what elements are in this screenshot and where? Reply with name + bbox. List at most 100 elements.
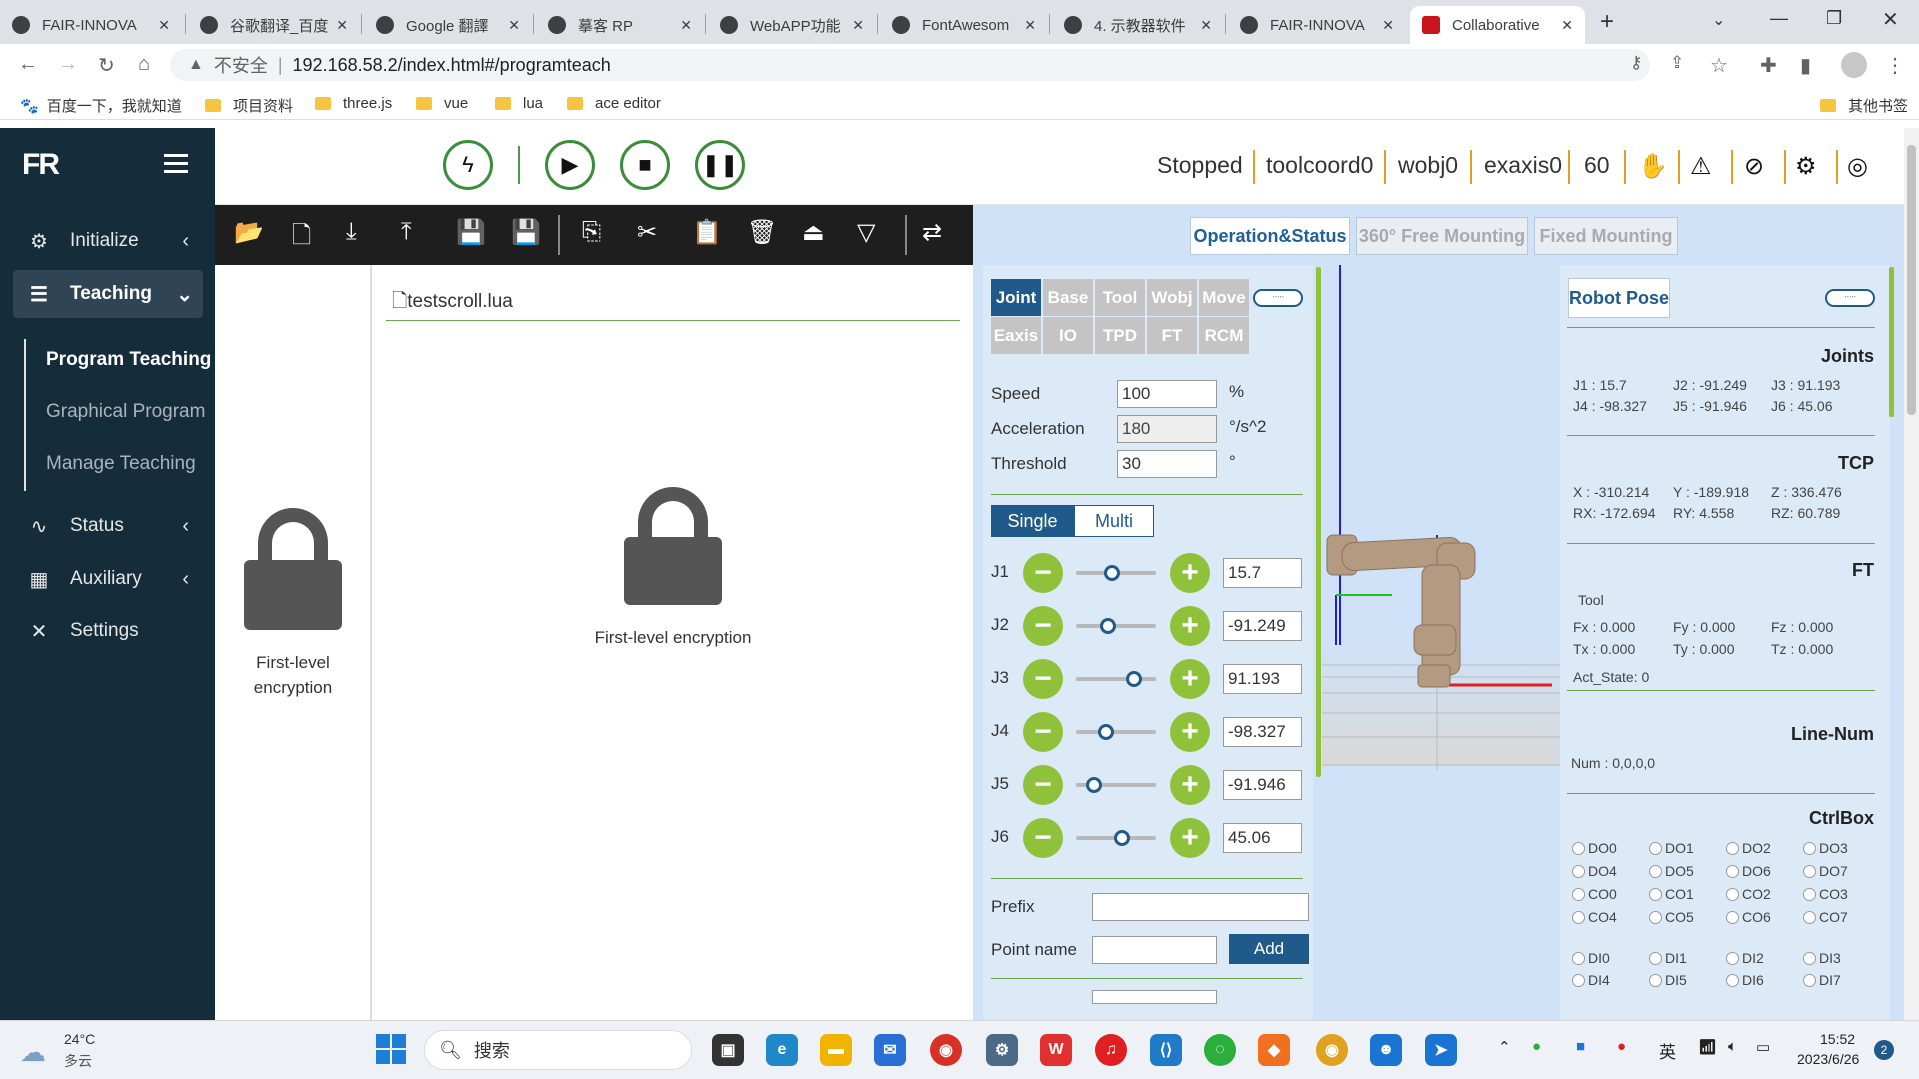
bookmark-item[interactable]: 项目资料 bbox=[205, 95, 293, 116]
delete-icon[interactable]: 🗑 bbox=[747, 218, 777, 247]
joint-value-input[interactable]: 91.193 bbox=[1223, 664, 1302, 694]
joint-minus-button[interactable]: − bbox=[1023, 553, 1063, 593]
maximize-icon[interactable]: ❐ bbox=[1826, 8, 1842, 29]
tray-expand-icon[interactable]: ⌃ bbox=[1498, 1038, 1511, 1056]
url-field[interactable]: ▲ 不安全 | 192.168.58.2/index.html#/program… bbox=[170, 49, 1650, 81]
tab-fixed-mounting[interactable]: Fixed Mounting bbox=[1534, 217, 1678, 255]
browser-tab[interactable]: 摹客 RP ✕ bbox=[536, 6, 704, 44]
point-name-input[interactable] bbox=[1092, 936, 1217, 964]
joint-value-input[interactable]: -91.249 bbox=[1223, 611, 1302, 641]
close-tab-icon[interactable]: ✕ bbox=[852, 17, 864, 34]
bookmark-item[interactable]: vue bbox=[416, 95, 468, 112]
save-icon[interactable]: 💾 bbox=[456, 218, 486, 247]
cut-icon[interactable]: ✂ bbox=[637, 218, 657, 247]
move-up-icon[interactable]: ⏏ bbox=[802, 218, 825, 247]
io-di-radio[interactable]: DI5 bbox=[1649, 972, 1687, 988]
joint-plus-button[interactable]: + bbox=[1170, 712, 1210, 752]
close-tab-icon[interactable]: ✕ bbox=[1200, 17, 1212, 34]
bookmark-item[interactable]: ace editor bbox=[567, 95, 661, 112]
taskview-icon[interactable]: ▣ bbox=[712, 1034, 744, 1066]
mail-icon[interactable]: ✉ bbox=[874, 1034, 906, 1066]
edge-icon[interactable]: e bbox=[766, 1034, 798, 1066]
warning-icon[interactable]: ⚠ bbox=[1690, 152, 1712, 181]
nav-graphical-program[interactable]: Graphical Program bbox=[46, 401, 205, 423]
run-button[interactable]: ▶ bbox=[545, 140, 595, 190]
battery-icon[interactable]: ▭ bbox=[1756, 1038, 1770, 1056]
nav-auxiliary[interactable]: ▦ Auxiliary ‹ bbox=[0, 557, 215, 601]
io-di-radio[interactable]: DI0 bbox=[1572, 950, 1610, 966]
open-folder-icon[interactable]: 📂 bbox=[234, 218, 264, 247]
swap-icon[interactable]: ⇄ bbox=[922, 218, 942, 247]
joint-minus-button[interactable]: − bbox=[1023, 606, 1063, 646]
explorer-icon[interactable]: ▬ bbox=[820, 1034, 852, 1066]
back-icon[interactable]: ← bbox=[18, 53, 38, 76]
tray-music-icon[interactable]: ● bbox=[1617, 1038, 1626, 1055]
close-tab-icon[interactable]: ✕ bbox=[1382, 17, 1394, 34]
io-do-radio[interactable]: DO1 bbox=[1649, 840, 1694, 856]
weather-temp[interactable]: 24°C bbox=[64, 1031, 95, 1047]
io-do-radio[interactable]: DO0 bbox=[1572, 840, 1617, 856]
joint-minus-button[interactable]: − bbox=[1023, 818, 1063, 858]
joint-value-input[interactable]: 15.7 bbox=[1223, 558, 1302, 588]
browser-tab[interactable]: WebAPP功能 ✕ bbox=[708, 6, 876, 44]
nav-teaching[interactable]: ☰ Teaching ⌄ bbox=[0, 272, 215, 316]
jog-tab-io[interactable]: IO bbox=[1043, 317, 1093, 354]
browser-tab[interactable]: FontAwesom ✕ bbox=[880, 6, 1048, 44]
jog-tab-tool[interactable]: Tool bbox=[1095, 279, 1145, 316]
joint-value-input[interactable]: -91.946 bbox=[1223, 770, 1302, 800]
no-touch-icon[interactable]: ⊘ bbox=[1744, 152, 1764, 181]
reload-icon[interactable]: ↻ bbox=[98, 53, 115, 78]
io-do-radio[interactable]: DO4 bbox=[1572, 863, 1617, 879]
tab-operation-status[interactable]: Operation&Status bbox=[1190, 217, 1350, 255]
key-icon[interactable]: ⚷ bbox=[1630, 53, 1642, 73]
save-as-icon[interactable]: 💾 bbox=[511, 218, 541, 247]
io-di-radio[interactable]: DI1 bbox=[1649, 950, 1687, 966]
io-do-radio[interactable]: DO3 bbox=[1803, 840, 1848, 856]
speed-input[interactable]: 100 bbox=[1117, 380, 1217, 408]
browser-tab[interactable]: FAIR-INNOVA ✕ bbox=[0, 6, 182, 44]
minimize-icon[interactable]: — bbox=[1770, 8, 1788, 29]
wifi-icon[interactable]: 📶︎ bbox=[1698, 1038, 1717, 1056]
taskbar-search[interactable]: 🔍︎ 搜索 bbox=[424, 1030, 692, 1070]
settings-app-icon[interactable]: ⚙ bbox=[986, 1034, 1018, 1066]
qq-icon[interactable]: ☻ bbox=[1370, 1034, 1402, 1066]
joint-slider-knob[interactable] bbox=[1125, 671, 1142, 687]
close-tab-icon[interactable]: ✕ bbox=[1024, 17, 1036, 34]
joint-plus-button[interactable]: + bbox=[1170, 765, 1210, 805]
jog-tab-joint[interactable]: Joint bbox=[991, 279, 1041, 316]
close-window-icon[interactable]: ✕ bbox=[1882, 7, 1899, 32]
new-tab-button[interactable]: + bbox=[1600, 8, 1614, 36]
move-down-icon[interactable]: ▽ bbox=[857, 218, 875, 247]
hand-drag-icon[interactable]: ✋ bbox=[1638, 152, 1668, 181]
io-di-radio[interactable]: DI4 bbox=[1572, 972, 1610, 988]
copy-icon[interactable]: ⎘ bbox=[582, 218, 601, 246]
io-di-radio[interactable]: DI3 bbox=[1803, 950, 1841, 966]
close-tab-icon[interactable]: ✕ bbox=[158, 17, 170, 34]
io-do-radio[interactable]: DO7 bbox=[1803, 863, 1848, 879]
io-do-radio[interactable]: DO5 bbox=[1649, 863, 1694, 879]
feishu-icon[interactable]: ➤ bbox=[1425, 1034, 1457, 1066]
close-tab-icon[interactable]: ✕ bbox=[508, 17, 520, 34]
nav-program-teaching[interactable]: Program Teaching bbox=[46, 349, 211, 371]
bookmark-item[interactable]: lua bbox=[495, 95, 543, 112]
joint-slider-track[interactable] bbox=[1076, 624, 1156, 628]
download-icon[interactable]: ⤓ bbox=[346, 218, 357, 246]
joint-plus-button[interactable]: + bbox=[1170, 553, 1210, 593]
hamburger-menu-icon[interactable] bbox=[164, 154, 188, 174]
io-do-radio[interactable]: CO0 bbox=[1572, 886, 1617, 902]
volume-icon[interactable]: 🔈︎ bbox=[1728, 1038, 1737, 1055]
close-tab-icon[interactable]: ✕ bbox=[1561, 17, 1573, 34]
tab-free-mounting[interactable]: 360° Free Mounting bbox=[1356, 217, 1528, 255]
io-do-radio[interactable]: CO7 bbox=[1803, 909, 1848, 925]
nav-manage-teaching[interactable]: Manage Teaching bbox=[46, 453, 196, 475]
joint-slider-track[interactable] bbox=[1076, 677, 1156, 681]
prefix-input[interactable] bbox=[1092, 893, 1309, 921]
add-point-button[interactable]: Add bbox=[1229, 934, 1309, 964]
netease-music-icon[interactable]: ♫ bbox=[1095, 1034, 1127, 1066]
close-tab-icon[interactable]: ✕ bbox=[680, 17, 692, 34]
weather-cloud-icon[interactable]: ☁ bbox=[20, 1037, 46, 1068]
browser-tab[interactable]: Google 翻譯 ✕ bbox=[364, 6, 532, 44]
nav-initialize[interactable]: ⚙ Initialize ‹ bbox=[0, 219, 215, 263]
pose-panel-scrollbar[interactable] bbox=[1889, 267, 1894, 417]
share-icon[interactable]: ⇪ bbox=[1670, 53, 1684, 73]
